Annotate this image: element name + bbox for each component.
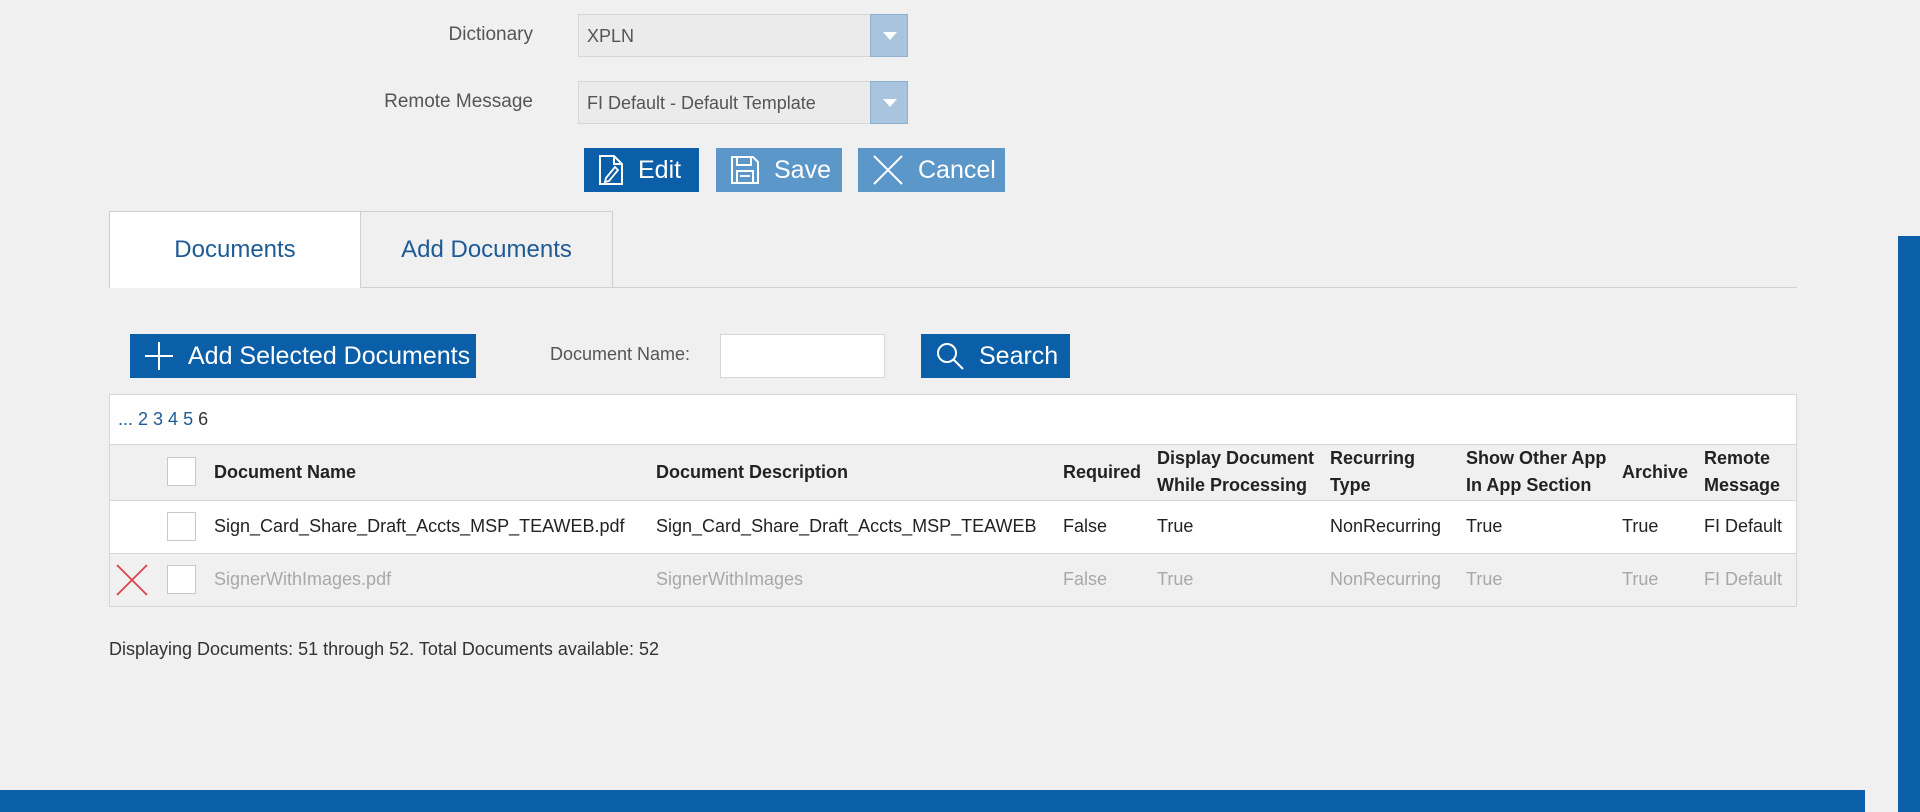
row-remote-message: FI Default bbox=[1704, 569, 1783, 589]
remote-message-value: FI Default - Default Template bbox=[587, 93, 816, 113]
header-archive[interactable]: Archive bbox=[1622, 459, 1688, 486]
row-remote-message: FI Default bbox=[1704, 516, 1783, 536]
header-display-line1: Display Document bbox=[1157, 448, 1315, 468]
edit-label: Edit bbox=[638, 155, 682, 184]
header-document-description[interactable]: Document Description bbox=[656, 459, 848, 486]
tab-divider bbox=[612, 287, 1797, 288]
row-required: False bbox=[1063, 569, 1108, 589]
row-document-name: Sign_Card_Share_Draft_Accts_MSP_TEAWEB.p… bbox=[214, 516, 625, 536]
tab-documents[interactable]: Documents bbox=[109, 211, 361, 288]
row-checkbox[interactable] bbox=[167, 565, 196, 594]
pager-page-4[interactable]: 4 bbox=[168, 409, 178, 430]
save-button[interactable]: Save bbox=[716, 148, 842, 192]
row-display-document: True bbox=[1157, 516, 1194, 536]
header-show-other-app[interactable]: Show Other App In App Section bbox=[1466, 445, 1606, 499]
dictionary-select[interactable]: XPLN bbox=[578, 14, 908, 57]
documents-grid: ... 2 3 4 5 6 Document Name Document Des… bbox=[109, 394, 1797, 607]
header-remote-message[interactable]: Remote Message bbox=[1704, 445, 1780, 499]
row-recurring-type: NonRecurring bbox=[1330, 569, 1442, 589]
select-all-checkbox[interactable] bbox=[167, 457, 196, 486]
row-document-description: Sign_Card_Share_Draft_Accts_MSP_TEAWEB bbox=[656, 516, 1037, 536]
header-required[interactable]: Required bbox=[1063, 459, 1141, 486]
header-document-name[interactable]: Document Name bbox=[214, 459, 356, 486]
tab-documents-label: Documents bbox=[174, 236, 296, 263]
pager-page-3[interactable]: 3 bbox=[153, 409, 163, 430]
document-edit-icon bbox=[599, 155, 623, 185]
header-recurring-line2: Type bbox=[1330, 475, 1371, 495]
search-label: Search bbox=[979, 341, 1059, 370]
row-checkbox[interactable] bbox=[167, 512, 196, 541]
remote-message-label: Remote Message bbox=[384, 91, 533, 112]
cancel-button[interactable]: Cancel bbox=[858, 148, 1005, 192]
row-archive: True bbox=[1622, 516, 1659, 536]
chevron-down-icon[interactable] bbox=[870, 81, 908, 124]
table-row[interactable]: SignerWithImages.pdf SignerWithImages Fa… bbox=[109, 554, 1797, 607]
dictionary-value: XPLN bbox=[587, 26, 635, 46]
table-header-row: Document Name Document Description Requi… bbox=[109, 445, 1797, 501]
pager-current-page: 6 bbox=[198, 409, 209, 429]
chevron-down-icon[interactable] bbox=[870, 14, 908, 57]
documents-count-status: Displaying Documents: 51 through 52. Tot… bbox=[109, 639, 659, 659]
header-show-line2: In App Section bbox=[1466, 475, 1592, 495]
x-close-icon bbox=[873, 155, 903, 185]
header-recurring-line1: Recurring bbox=[1330, 448, 1416, 468]
footer-bar bbox=[0, 790, 1865, 812]
pager-page-5[interactable]: 5 bbox=[183, 409, 193, 430]
document-name-label: Document Name: bbox=[550, 344, 691, 364]
cancel-label: Cancel bbox=[918, 155, 996, 184]
add-selected-documents-button[interactable]: Add Selected Documents bbox=[130, 334, 476, 378]
pagination: ... 2 3 4 5 6 bbox=[109, 394, 1797, 445]
pager-page-2[interactable]: 2 bbox=[138, 409, 148, 430]
add-selected-documents-label: Add Selected Documents bbox=[188, 341, 471, 370]
table-row[interactable]: Sign_Card_Share_Draft_Accts_MSP_TEAWEB.p… bbox=[109, 501, 1797, 554]
row-show-other-app: True bbox=[1466, 569, 1503, 589]
floppy-disk-icon bbox=[731, 156, 759, 184]
row-document-description: SignerWithImages bbox=[656, 569, 804, 589]
remote-message-select[interactable]: FI Default - Default Template bbox=[578, 81, 908, 124]
plus-icon bbox=[145, 342, 173, 370]
dictionary-label: Dictionary bbox=[448, 24, 533, 45]
header-display-line2: While Processing bbox=[1157, 475, 1308, 495]
header-recurring-type[interactable]: Recurring Type bbox=[1330, 445, 1415, 499]
tab-add-documents[interactable]: Add Documents bbox=[360, 211, 613, 288]
vertical-scrollbar[interactable] bbox=[1898, 236, 1920, 812]
save-label: Save bbox=[774, 155, 831, 184]
row-document-name: SignerWithImages.pdf bbox=[214, 569, 392, 589]
red-x-delete-icon[interactable] bbox=[116, 564, 148, 596]
row-display-document: True bbox=[1157, 569, 1194, 589]
header-display-document[interactable]: Display Document While Processing bbox=[1157, 445, 1314, 499]
header-remote-line1: Remote bbox=[1704, 448, 1771, 468]
row-archive: True bbox=[1622, 569, 1659, 589]
tab-add-documents-label: Add Documents bbox=[401, 235, 572, 263]
magnifier-icon bbox=[937, 343, 964, 370]
row-recurring-type: NonRecurring bbox=[1330, 516, 1442, 536]
header-show-line1: Show Other App bbox=[1466, 448, 1607, 468]
row-show-other-app: True bbox=[1466, 516, 1503, 536]
pager-ellipsis[interactable]: ... bbox=[118, 409, 133, 430]
header-remote-line2: Message bbox=[1704, 475, 1781, 495]
document-name-input[interactable] bbox=[720, 334, 885, 378]
edit-button[interactable]: Edit bbox=[584, 148, 699, 192]
search-button[interactable]: Search bbox=[921, 334, 1070, 378]
row-required: False bbox=[1063, 516, 1108, 536]
